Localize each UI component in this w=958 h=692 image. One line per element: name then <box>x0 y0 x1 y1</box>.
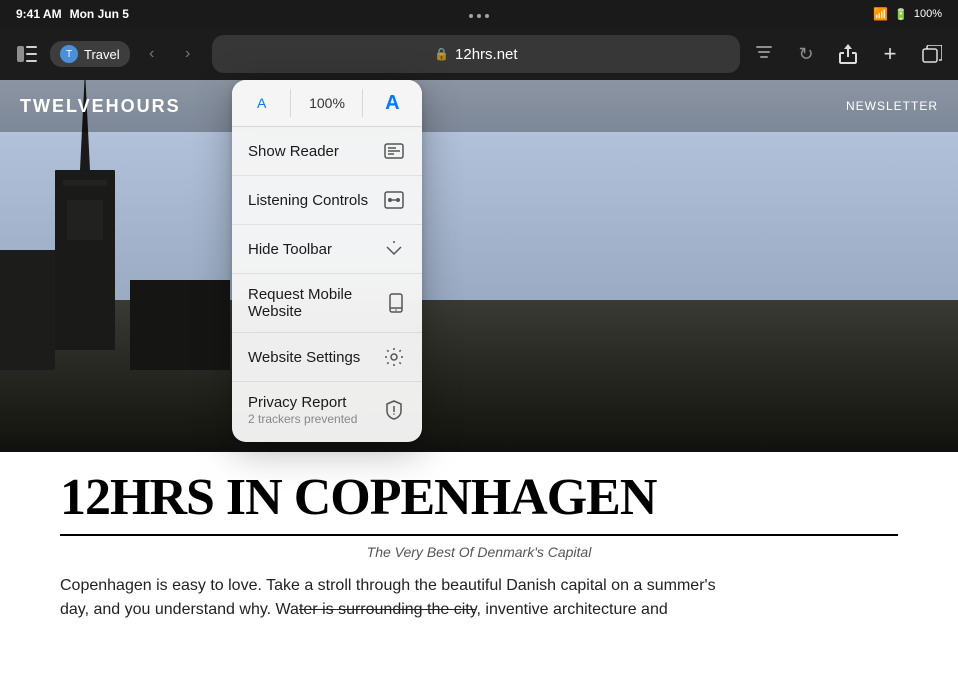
address-url: 12hrs.net <box>455 46 518 63</box>
article-title: 12HRS IN COPENHAGEN <box>60 472 898 524</box>
request-mobile-label: Request Mobile Website <box>248 286 386 320</box>
privacy-report-label: Privacy Report <box>248 394 357 411</box>
tabs-button[interactable] <box>918 40 946 68</box>
show-reader-icon <box>382 139 406 163</box>
article-divider <box>60 534 898 536</box>
website-settings-icon <box>382 345 406 369</box>
tower-window <box>67 200 103 240</box>
menu-item-listening-controls[interactable]: Listening Controls <box>232 176 422 225</box>
site-name: TWELVEHOURS <box>20 96 181 117</box>
article-body-line2-start: day, and you understand why. Wa <box>60 601 299 618</box>
wifi-icon: 📶 <box>873 7 888 21</box>
sidebar-button[interactable] <box>12 39 42 69</box>
font-controls: A 100% A <box>232 80 422 127</box>
building-right <box>130 280 230 370</box>
forward-button[interactable]: › <box>174 40 202 68</box>
share-button[interactable] <box>834 40 862 68</box>
tower-body <box>55 170 115 350</box>
listening-controls-icon <box>382 188 406 212</box>
request-mobile-icon <box>386 291 406 315</box>
tab-avatar: T <box>60 45 78 63</box>
menu-item-show-reader[interactable]: Show Reader <box>232 127 422 176</box>
listening-controls-label: Listening Controls <box>248 192 368 209</box>
privacy-report-sublabel: 2 trackers prevented <box>248 412 357 426</box>
menu-item-hide-toolbar[interactable]: Hide Toolbar <box>232 225 422 274</box>
menu-item-website-settings[interactable]: Website Settings <box>232 333 422 382</box>
refresh-button[interactable]: ↻ <box>792 40 820 68</box>
status-date: Mon Jun 5 <box>70 7 129 21</box>
hide-toolbar-label: Hide Toolbar <box>248 241 332 258</box>
tab-pill[interactable]: T Travel <box>50 41 130 67</box>
browser-toolbar: T Travel ‹ › 🔒 12hrs.net ↻ + <box>0 28 958 80</box>
add-tab-button[interactable]: + <box>876 40 904 68</box>
aireader-button[interactable] <box>750 40 778 68</box>
site-nav: NEWSLETTER <box>846 99 938 113</box>
battery-percent: 100% <box>914 8 942 20</box>
article-body-line2-end: , inventive architecture and <box>477 601 668 618</box>
article-section: 12HRS IN COPENHAGEN The Very Best Of Den… <box>0 452 958 692</box>
font-increase-button[interactable]: A <box>363 80 422 126</box>
building-left <box>0 250 55 370</box>
hide-toolbar-icon <box>382 237 406 261</box>
dropdown-menu: A 100% A Show Reader Listening Controls <box>232 80 422 442</box>
article-body-line1: Copenhagen is easy to love. Take a strol… <box>60 577 716 594</box>
battery-icon: 🔋 <box>894 8 908 21</box>
font-size-display: 100% <box>291 80 362 126</box>
back-button[interactable]: ‹ <box>138 40 166 68</box>
website-settings-label: Website Settings <box>248 349 360 366</box>
menu-item-request-mobile[interactable]: Request Mobile Website <box>232 274 422 333</box>
toolbar-dots <box>469 14 489 18</box>
article-subtitle: The Very Best Of Denmark's Capital <box>60 544 898 560</box>
menu-item-privacy-report[interactable]: Privacy Report 2 trackers prevented <box>232 382 422 438</box>
font-decrease-button[interactable]: A <box>232 80 291 126</box>
lock-icon: 🔒 <box>434 47 449 61</box>
privacy-report-icon <box>382 398 406 422</box>
tower-detail <box>63 180 107 186</box>
tab-label: Travel <box>84 47 120 62</box>
show-reader-label: Show Reader <box>248 143 339 160</box>
article-body: Copenhagen is easy to love. Take a strol… <box>60 574 898 622</box>
article-body-strikethrough: ter is surrounding the city <box>299 601 477 618</box>
address-bar[interactable]: 🔒 12hrs.net <box>212 35 740 73</box>
status-time: 9:41 AM <box>16 7 62 21</box>
website-header: TWELVEHOURS NEWSLETTER <box>0 80 958 132</box>
